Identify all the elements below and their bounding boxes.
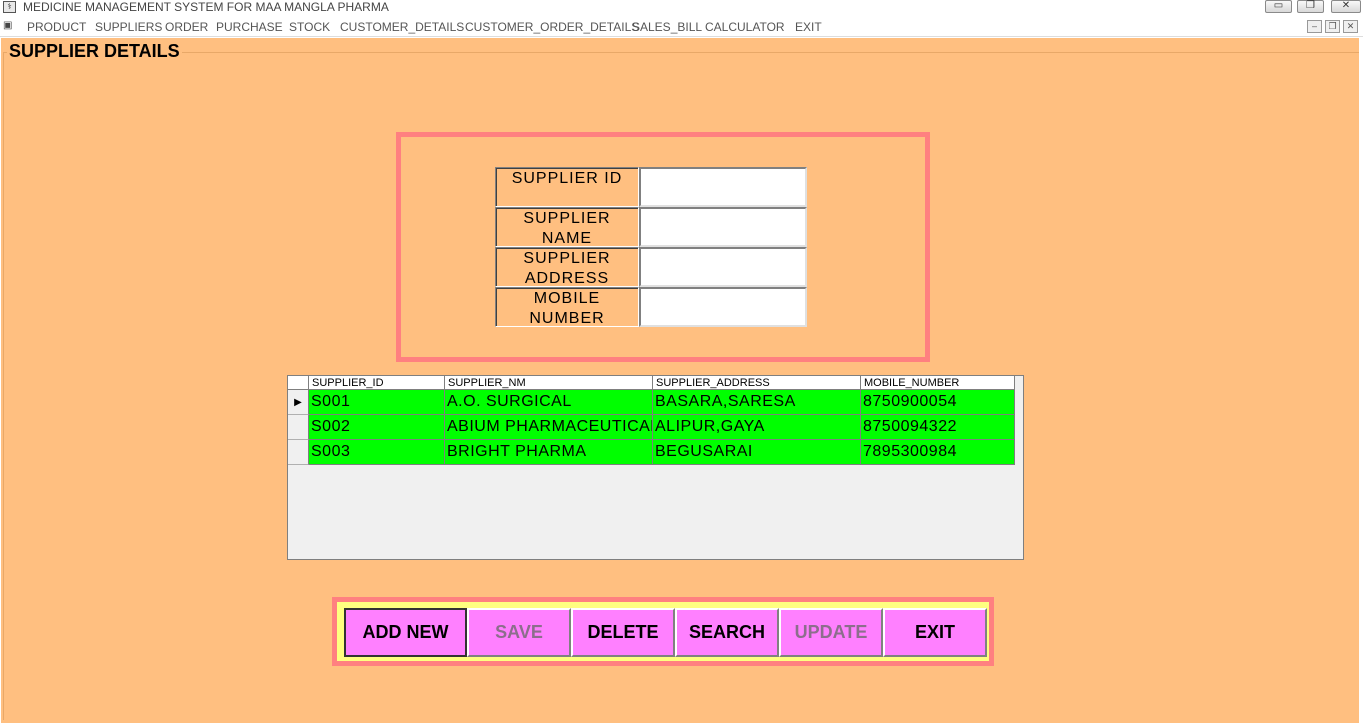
menu-customer-details[interactable]: CUSTOMER_DETAILS — [340, 19, 464, 35]
frame-border-top — [3, 52, 1359, 53]
app-icon: ⚕ — [3, 1, 16, 13]
mobile-number-field[interactable] — [639, 287, 807, 327]
supplier-address-label: SUPPLIER ADDRESS — [495, 247, 639, 287]
menu-suppliers[interactable]: SUPPLIERS — [95, 19, 162, 35]
row-selector[interactable] — [288, 415, 309, 440]
column-header[interactable]: SUPPLIER_NM — [445, 376, 653, 390]
table-cell[interactable]: 8750094322 — [861, 415, 1015, 440]
column-header[interactable]: MOBILE_NUMBER — [861, 376, 1015, 390]
menu-stock[interactable]: STOCK — [289, 19, 330, 35]
close-button[interactable]: ✕ — [1331, 0, 1361, 13]
table-cell[interactable]: 8750900054 — [861, 390, 1015, 415]
supplier-name-label: SUPPLIER NAME — [495, 207, 639, 247]
table-cell[interactable]: S002 — [309, 415, 445, 440]
table-cell[interactable]: A.O. SURGICAL — [445, 390, 653, 415]
menu-order[interactable]: ORDER — [165, 19, 208, 35]
save-button[interactable]: SAVE — [467, 608, 571, 657]
menu-purchase[interactable]: PURCHASE — [216, 19, 283, 35]
mdi-restore-button[interactable]: ❐ — [1325, 20, 1340, 33]
menu-exit[interactable]: EXIT — [795, 19, 822, 35]
delete-button[interactable]: DELETE — [571, 608, 675, 657]
table-cell[interactable]: ALIPUR,GAYA — [653, 415, 861, 440]
supplier-grid[interactable]: SUPPLIER_ID SUPPLIER_NM SUPPLIER_ADDRESS… — [287, 375, 1024, 560]
grid-corner — [288, 376, 309, 390]
menu-sales-bill[interactable]: SALES_BILL — [632, 19, 702, 35]
update-button[interactable]: UPDATE — [779, 608, 883, 657]
row-selector[interactable] — [288, 440, 309, 465]
exit-button[interactable]: EXIT — [883, 608, 987, 657]
menu-bar: ▣ PRODUCT SUPPLIERS ORDER PURCHASE STOCK… — [0, 17, 1363, 37]
table-cell[interactable]: 7895300984 — [861, 440, 1015, 465]
supplier-name-field[interactable] — [639, 207, 807, 247]
mobile-number-label: MOBILE NUMBER — [495, 287, 639, 327]
mdi-child-icon: ▣ — [3, 20, 13, 31]
table-cell[interactable]: S001 — [309, 390, 445, 415]
add-new-button[interactable]: ADD NEW — [344, 608, 467, 657]
column-header[interactable]: SUPPLIER_ID — [309, 376, 445, 390]
supplier-id-label: SUPPLIER ID — [495, 167, 639, 207]
table-cell[interactable]: S003 — [309, 440, 445, 465]
table-cell[interactable]: BASARA,SARESA — [653, 390, 861, 415]
restore-button[interactable]: ❐ — [1297, 0, 1324, 13]
window-title: MEDICINE MANAGEMENT SYSTEM FOR MAA MANGL… — [23, 0, 389, 14]
title-bar: ⚕ MEDICINE MANAGEMENT SYSTEM FOR MAA MAN… — [0, 0, 1363, 16]
mdi-close-button[interactable]: ✕ — [1343, 20, 1358, 33]
current-row-indicator[interactable]: ▶ — [288, 390, 309, 415]
search-button[interactable]: SEARCH — [675, 608, 779, 657]
supplier-input-panel: SUPPLIER ID SUPPLIER NAME SUPPLIER ADDRE… — [396, 132, 930, 362]
grid-header: SUPPLIER_ID SUPPLIER_NM SUPPLIER_ADDRESS… — [288, 376, 1015, 390]
frame-border-left — [3, 52, 4, 720]
page-title: SUPPLIER DETAILS — [7, 41, 182, 61]
supplier-address-field[interactable] — [639, 247, 807, 287]
menu-customer-order-details[interactable]: CUSTOMER_ORDER_DETAILS — [465, 19, 639, 35]
table-cell[interactable]: BRIGHT PHARMA — [445, 440, 653, 465]
menu-product[interactable]: PRODUCT — [27, 19, 86, 35]
table-cell[interactable]: ABIUM PHARMACEUTICAL — [445, 415, 653, 440]
column-header[interactable]: SUPPLIER_ADDRESS — [653, 376, 861, 390]
command-button-panel: ADD NEW SAVE DELETE SEARCH UPDATE EXIT — [332, 597, 994, 666]
supplier-id-field[interactable] — [639, 167, 807, 207]
mdi-minimize-button[interactable]: – — [1307, 20, 1322, 33]
table-cell[interactable]: BEGUSARAI — [653, 440, 861, 465]
minimize-button[interactable]: ▭ — [1265, 0, 1292, 13]
menu-calculator[interactable]: CALCULATOR — [705, 19, 785, 35]
